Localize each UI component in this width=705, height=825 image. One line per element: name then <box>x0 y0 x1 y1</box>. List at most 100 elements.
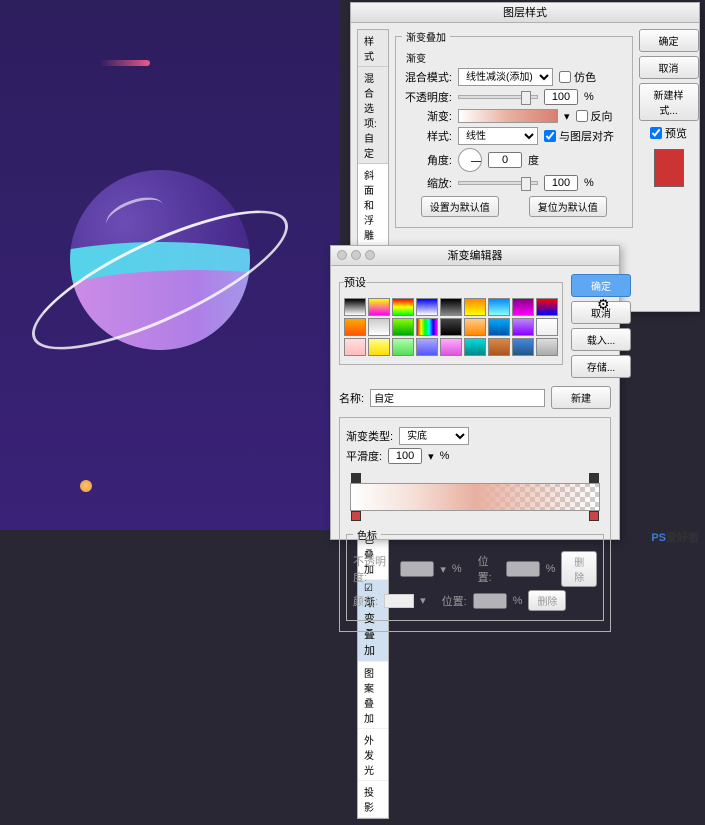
dialog-buttons: 确定 取消 新建样式... 预览 <box>639 29 699 819</box>
preset-swatch[interactable] <box>368 298 390 316</box>
close-icon[interactable] <box>337 250 347 260</box>
delete-opacity-stop: 删除 <box>561 551 597 587</box>
fx-bevel[interactable]: 斜面和浮雕 <box>358 164 388 246</box>
gradient-label: 渐变: <box>402 108 452 124</box>
preset-swatch[interactable] <box>464 298 486 316</box>
scale-slider[interactable] <box>458 181 538 185</box>
gradient-ramp[interactable] <box>350 483 600 511</box>
presets-label: 预设 <box>344 274 366 290</box>
planet-graphic <box>50 150 270 370</box>
scale-unit: % <box>584 177 594 189</box>
preset-swatch[interactable] <box>368 318 390 336</box>
style-label: 样式: <box>402 128 452 144</box>
zoom-icon[interactable] <box>365 250 375 260</box>
type-label: 渐变类型: <box>346 428 393 444</box>
stop-pos2-label: 位置: <box>442 593 467 609</box>
ok-button[interactable]: 确定 <box>639 29 699 52</box>
preset-swatch[interactable] <box>344 298 366 316</box>
gradient-picker[interactable] <box>458 109 558 123</box>
scale-input[interactable] <box>544 175 578 191</box>
fx-patternoverlay[interactable]: 图案叠加 <box>358 662 388 729</box>
dialog-title: 图层样式 <box>503 7 547 19</box>
angle-dial[interactable] <box>458 148 482 172</box>
stop-color-label: 颜色: <box>353 593 378 609</box>
blend-header[interactable]: 混合选项:自定 <box>358 67 388 164</box>
stop-opacity-input <box>400 561 434 577</box>
preset-swatch[interactable] <box>536 338 558 356</box>
stop-pos-label: 位置: <box>478 553 500 585</box>
smooth-label: 平滑度: <box>346 448 382 464</box>
preset-swatch[interactable] <box>416 338 438 356</box>
preset-swatch[interactable] <box>488 318 510 336</box>
preset-swatch[interactable] <box>464 318 486 336</box>
set-default-button[interactable]: 设置为默认值 <box>421 196 499 217</box>
align-checkbox[interactable]: 与图层对齐 <box>544 128 614 144</box>
gear-icon[interactable]: ⚙ <box>597 296 611 310</box>
preset-swatch[interactable] <box>536 318 558 336</box>
opacity-slider[interactable] <box>458 95 538 99</box>
ge-ok-button[interactable]: 确定 <box>571 274 631 297</box>
gradient-dropdown-icon[interactable]: ▾ <box>564 110 570 123</box>
minimize-icon[interactable] <box>351 250 361 260</box>
reset-default-button[interactable]: 复位为默认值 <box>529 196 607 217</box>
preset-swatch[interactable] <box>416 298 438 316</box>
dither-checkbox[interactable]: 仿色 <box>559 69 609 85</box>
dialog-titlebar[interactable]: 图层样式 <box>351 3 699 23</box>
opacity-label: 不透明度: <box>402 89 452 105</box>
preset-swatch[interactable] <box>536 298 558 316</box>
color-stop-right[interactable] <box>589 511 599 521</box>
preview-checkbox[interactable]: 预览 <box>639 125 699 141</box>
document-canvas <box>0 0 340 530</box>
reverse-checkbox[interactable]: 反向 <box>576 108 626 124</box>
preset-swatch[interactable] <box>512 298 534 316</box>
preset-swatch[interactable] <box>392 298 414 316</box>
style-header[interactable]: 样式 <box>358 30 388 67</box>
color-stop-left[interactable] <box>351 511 361 521</box>
angle-input[interactable] <box>488 152 522 168</box>
preset-swatch[interactable] <box>488 338 510 356</box>
preset-grid <box>344 298 558 356</box>
ge-save-button[interactable]: 存储... <box>571 355 631 378</box>
opacity-input[interactable] <box>544 89 578 105</box>
preset-swatch[interactable] <box>416 318 438 336</box>
type-select[interactable]: 实底 <box>399 427 469 445</box>
preset-swatch[interactable] <box>368 338 390 356</box>
cancel-button[interactable]: 取消 <box>639 56 699 79</box>
ge-new-button[interactable]: 新建 <box>551 386 611 409</box>
new-style-button[interactable]: 新建样式... <box>639 83 699 121</box>
gradient-sub: 渐变 <box>402 50 430 65</box>
ge-load-button[interactable]: 载入... <box>571 328 631 351</box>
opacity-stop-left[interactable] <box>351 473 361 483</box>
preset-swatch[interactable] <box>440 338 462 356</box>
preset-swatch[interactable] <box>440 298 462 316</box>
preset-swatch[interactable] <box>344 338 366 356</box>
preset-swatch[interactable] <box>512 318 534 336</box>
stops-title: 色标 <box>353 527 381 542</box>
opacity-stop-right[interactable] <box>589 473 599 483</box>
blendmode-label: 混合模式: <box>402 69 452 85</box>
opacity-unit: % <box>584 91 594 103</box>
panel-title: 渐变叠加 <box>402 29 450 44</box>
style-select[interactable]: 线性 <box>458 127 538 145</box>
dropdown-icon[interactable]: ▾ <box>428 450 434 463</box>
gradient-editor-dialog: 渐变编辑器 ⚙ 预设 确定 取消 载入... 存储... 名称: 新建 渐变类型… <box>330 245 620 540</box>
smooth-unit: % <box>440 450 450 462</box>
angle-label: 角度: <box>402 152 452 168</box>
scale-label: 缩放: <box>402 175 452 191</box>
preset-swatch[interactable] <box>440 318 462 336</box>
smooth-input[interactable] <box>388 448 422 464</box>
preset-swatch[interactable] <box>392 318 414 336</box>
preset-swatch[interactable] <box>488 298 510 316</box>
preset-swatch[interactable] <box>344 318 366 336</box>
preset-swatch[interactable] <box>464 338 486 356</box>
stop-pos-input <box>506 561 540 577</box>
preview-swatch <box>654 149 684 187</box>
preset-swatch[interactable] <box>392 338 414 356</box>
stop-pos2-input <box>473 593 507 609</box>
fx-dropshadow[interactable]: 投影 <box>358 781 388 818</box>
editor-titlebar[interactable]: 渐变编辑器 <box>331 246 619 266</box>
name-input[interactable] <box>370 389 545 407</box>
fx-outerglow[interactable]: 外发光 <box>358 729 388 781</box>
blendmode-select[interactable]: 线性减淡(添加) <box>458 68 553 86</box>
preset-swatch[interactable] <box>512 338 534 356</box>
